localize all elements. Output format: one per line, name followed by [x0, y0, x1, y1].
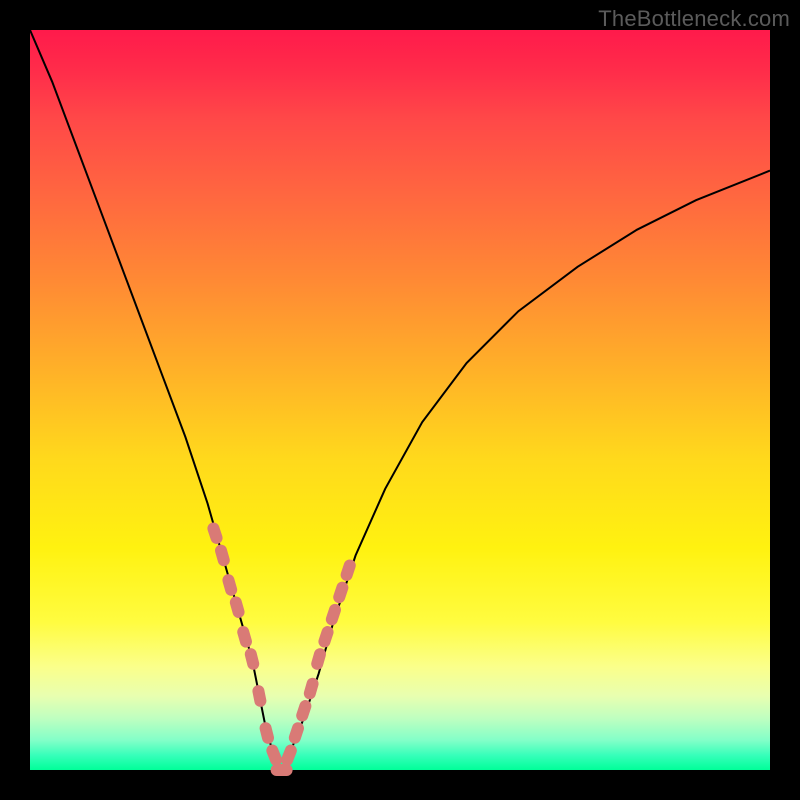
- bottleneck-curve: [30, 30, 770, 770]
- curve-marker: [228, 595, 246, 619]
- curve-marker: [251, 684, 267, 708]
- curve-marker: [295, 698, 313, 723]
- curve-marker: [244, 647, 261, 671]
- watermark-text: TheBottleneck.com: [598, 6, 790, 32]
- curve-marker: [339, 558, 357, 583]
- curve-marker: [265, 743, 284, 768]
- curve-marker: [214, 543, 232, 567]
- curve-marker: [324, 602, 342, 627]
- marker-group: [206, 521, 358, 776]
- chart-svg: [30, 30, 770, 770]
- curve-marker: [271, 764, 293, 776]
- curve-marker: [236, 625, 254, 649]
- plot-area: [30, 30, 770, 770]
- curve-marker: [221, 573, 239, 597]
- curve-marker: [206, 521, 224, 546]
- curve-marker: [332, 580, 350, 605]
- curve-marker: [258, 721, 275, 745]
- curve-marker: [287, 721, 305, 746]
- curve-marker: [279, 743, 298, 768]
- chart-frame: TheBottleneck.com: [0, 0, 800, 800]
